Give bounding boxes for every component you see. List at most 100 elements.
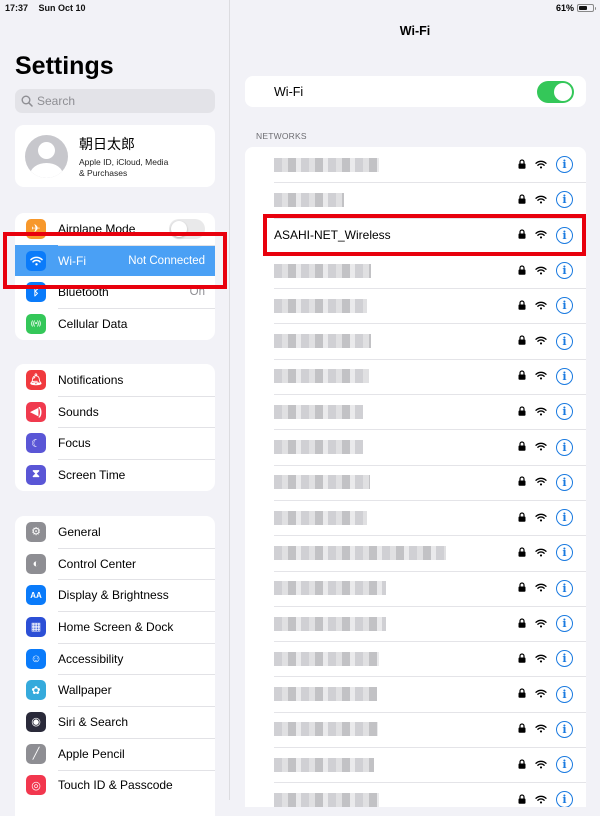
grid-icon: ▦ bbox=[26, 616, 46, 637]
wifi-signal-icon bbox=[535, 299, 547, 313]
network-row[interactable]: i bbox=[245, 641, 586, 676]
info-icon[interactable]: i bbox=[556, 367, 573, 385]
wifi-signal-icon bbox=[535, 758, 547, 772]
lock-icon bbox=[518, 264, 526, 278]
highlight-box-asahi-network bbox=[263, 214, 586, 256]
network-name-redacted bbox=[274, 687, 377, 702]
info-icon[interactable]: i bbox=[556, 297, 573, 315]
apple-id-profile[interactable]: 朝日太郎 Apple ID, iCloud, Media & Purchases bbox=[15, 125, 215, 187]
info-icon[interactable]: i bbox=[556, 403, 573, 421]
sidebar-item-display-brightness[interactable]: AA Display & Brightness bbox=[15, 579, 215, 611]
info-icon[interactable]: i bbox=[556, 473, 573, 491]
sidebar-item-label: Home Screen & Dock bbox=[58, 619, 174, 634]
network-name-redacted bbox=[274, 440, 363, 455]
sidebar-item-control-center[interactable]: ◐ Control Center bbox=[15, 547, 215, 580]
wifi-signal-icon bbox=[535, 687, 547, 701]
network-row[interactable]: i bbox=[245, 605, 586, 641]
wifi-toggle-row: Wi-Fi bbox=[245, 76, 586, 107]
network-row[interactable]: i bbox=[245, 464, 586, 500]
switches-icon: ◐ bbox=[26, 553, 46, 574]
network-row[interactable]: i bbox=[245, 499, 586, 535]
lock-icon bbox=[518, 158, 526, 172]
network-row[interactable]: i bbox=[245, 358, 586, 394]
wifi-signal-icon bbox=[535, 617, 547, 631]
info-icon[interactable]: i bbox=[556, 791, 573, 807]
info-icon[interactable]: i bbox=[556, 685, 573, 703]
lock-icon bbox=[518, 369, 526, 383]
wifi-signal-icon bbox=[535, 652, 547, 666]
info-icon[interactable]: i bbox=[556, 615, 573, 632]
lock-icon bbox=[518, 440, 526, 454]
network-name-redacted bbox=[274, 334, 371, 349]
info-icon[interactable]: i bbox=[556, 332, 573, 350]
lock-icon bbox=[518, 299, 526, 313]
profile-subtitle: Apple ID, iCloud, Media & Purchases bbox=[79, 157, 168, 179]
network-row[interactable]: i bbox=[245, 711, 586, 747]
network-name-redacted bbox=[274, 545, 446, 560]
moon-icon: ☾ bbox=[26, 433, 46, 454]
sidebar-item-label: Accessibility bbox=[58, 651, 124, 666]
info-icon[interactable]: i bbox=[556, 191, 573, 209]
sidebar-item-accessibility[interactable]: ☺ Accessibility bbox=[15, 642, 215, 675]
wifi-toggle[interactable] bbox=[537, 81, 574, 103]
sidebar-item-label: Apple Pencil bbox=[58, 746, 125, 761]
info-icon[interactable]: i bbox=[556, 262, 573, 280]
wifi-signal-icon bbox=[535, 405, 547, 419]
lock-icon bbox=[518, 193, 526, 207]
search-input[interactable]: Search bbox=[15, 89, 215, 113]
wifi-signal-icon bbox=[535, 546, 547, 560]
network-row[interactable]: i bbox=[245, 252, 586, 288]
network-name-redacted bbox=[274, 581, 386, 596]
network-row[interactable]: i bbox=[245, 323, 586, 358]
sidebar-item-label: Touch ID & Passcode bbox=[58, 778, 173, 793]
network-name-redacted bbox=[274, 510, 367, 525]
wifi-toggle-label: Wi-Fi bbox=[274, 84, 304, 99]
info-icon[interactable]: i bbox=[556, 438, 573, 456]
siri-icon: ◉ bbox=[26, 711, 46, 732]
network-name-redacted bbox=[274, 263, 371, 278]
sidebar-item-wallpaper[interactable]: ✿ Wallpaper bbox=[15, 674, 215, 706]
network-name-redacted bbox=[274, 369, 369, 384]
network-row[interactable]: i bbox=[245, 182, 586, 217]
info-icon[interactable]: i bbox=[556, 509, 573, 527]
sidebar-item-cellular-data[interactable]: ((•)) Cellular Data bbox=[15, 308, 215, 340]
info-icon[interactable]: i bbox=[556, 756, 573, 774]
network-row[interactable]: i bbox=[245, 782, 586, 807]
network-row[interactable]: i bbox=[245, 394, 586, 429]
sidebar-item-screen-time[interactable]: ⧗ Screen Time bbox=[15, 459, 215, 491]
sidebar-item-notifications[interactable]: 🔔︎ Notifications bbox=[15, 364, 215, 396]
network-row[interactable]: i bbox=[245, 535, 586, 570]
wifi-signal-icon bbox=[535, 722, 547, 736]
info-icon[interactable]: i bbox=[556, 544, 573, 562]
sidebar-title: Settings bbox=[15, 52, 114, 80]
sidebar-item-home-screen-dock[interactable]: ▦ Home Screen & Dock bbox=[15, 611, 215, 643]
sidebar-item-label: Notifications bbox=[58, 372, 124, 387]
info-icon[interactable]: i bbox=[556, 579, 573, 597]
info-icon[interactable]: i bbox=[556, 720, 573, 738]
settings-sidebar: Settings Search 朝日太郎 Apple ID, iCloud, M… bbox=[0, 0, 230, 816]
lock-icon bbox=[518, 546, 526, 560]
sidebar-item-touch-id-passcode[interactable]: ◎ Touch ID & Passcode bbox=[15, 769, 215, 802]
wifi-signal-icon bbox=[535, 440, 547, 454]
sidebar-item-general[interactable]: ⚙ General bbox=[15, 516, 215, 548]
wifi-signal-icon bbox=[535, 334, 547, 348]
sidebar-item-apple-pencil[interactable]: ╱ Apple Pencil bbox=[15, 737, 215, 770]
sidebar-item-focus[interactable]: ☾ Focus bbox=[15, 427, 215, 459]
hourglass-icon: ⧗ bbox=[26, 464, 46, 485]
network-row[interactable]: i bbox=[245, 147, 586, 182]
wifi-signal-icon bbox=[535, 158, 547, 172]
info-icon[interactable]: i bbox=[556, 650, 573, 668]
wifi-signal-icon bbox=[535, 369, 547, 383]
network-row[interactable]: i bbox=[245, 676, 586, 711]
avatar bbox=[25, 134, 68, 178]
wifi-signal-icon bbox=[535, 581, 547, 595]
network-row[interactable]: i bbox=[245, 747, 586, 782]
sidebar-item-sounds[interactable]: ◀) Sounds bbox=[15, 395, 215, 428]
network-name-redacted bbox=[274, 616, 386, 631]
info-icon[interactable]: i bbox=[556, 156, 573, 174]
network-row[interactable]: i bbox=[245, 570, 586, 606]
status-bar-right: 61% bbox=[556, 3, 596, 13]
network-row[interactable]: i bbox=[245, 429, 586, 464]
sidebar-item-siri-search[interactable]: ◉ Siri & Search bbox=[15, 706, 215, 738]
network-row[interactable]: i bbox=[245, 288, 586, 323]
